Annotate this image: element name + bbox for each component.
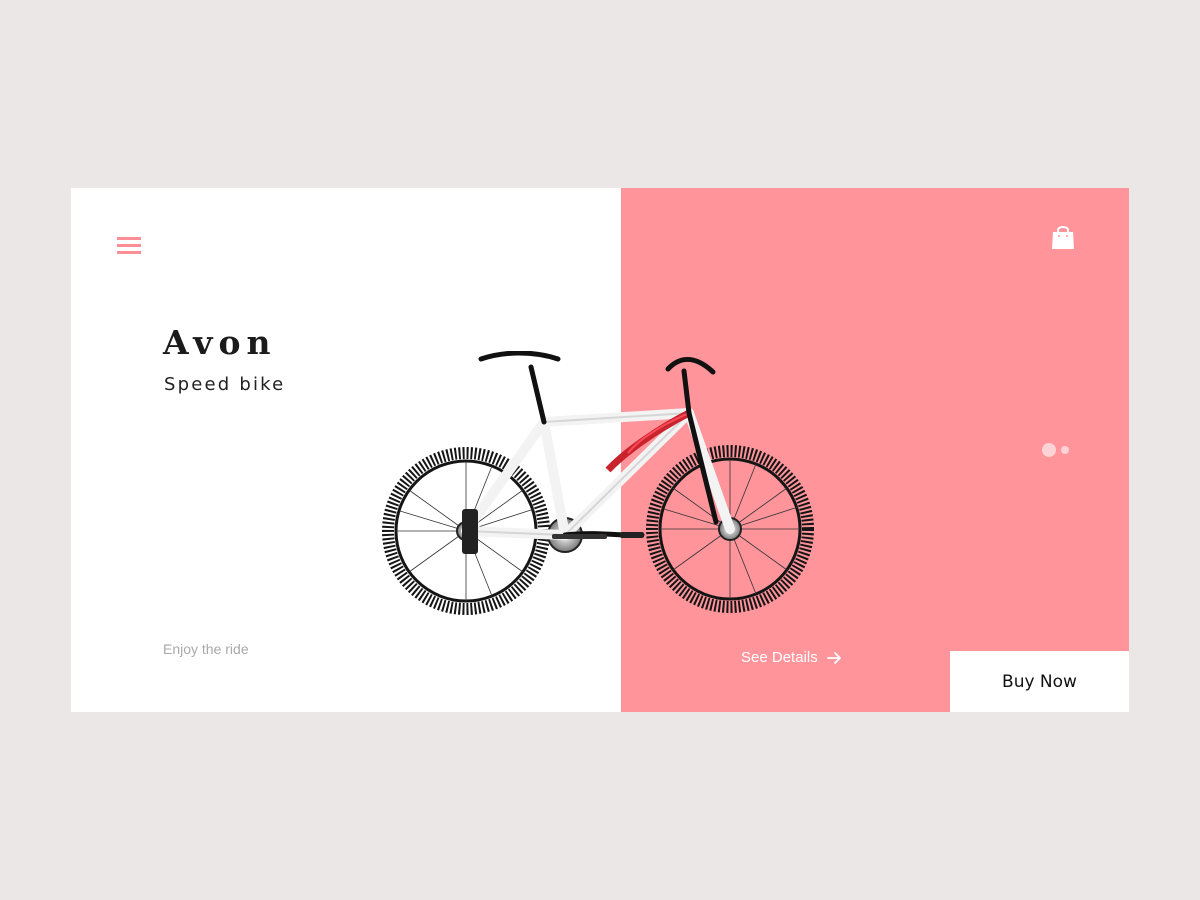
- mountain-bike-image: [382, 351, 814, 615]
- shopping-bag-icon[interactable]: [1051, 224, 1075, 250]
- menu-line: [117, 251, 141, 254]
- product-type: Speed bike: [164, 374, 286, 395]
- buy-now-button[interactable]: Buy Now: [950, 651, 1129, 712]
- product-tagline: Enjoy the ride: [163, 641, 249, 657]
- menu-line: [117, 244, 141, 247]
- carousel-dot-inactive[interactable]: [1061, 446, 1069, 454]
- see-details-link[interactable]: See Details: [741, 649, 842, 666]
- see-details-label: See Details: [741, 649, 818, 666]
- arrow-right-icon: [826, 651, 841, 664]
- hamburger-menu-icon[interactable]: [117, 236, 141, 256]
- carousel-dot-active[interactable]: [1042, 443, 1056, 457]
- menu-line: [117, 237, 141, 240]
- product-name: Avon: [163, 323, 277, 362]
- product-card: Avon Speed bike Enjoy the ride See Detai…: [71, 188, 1129, 712]
- carousel-indicator: [1042, 442, 1074, 458]
